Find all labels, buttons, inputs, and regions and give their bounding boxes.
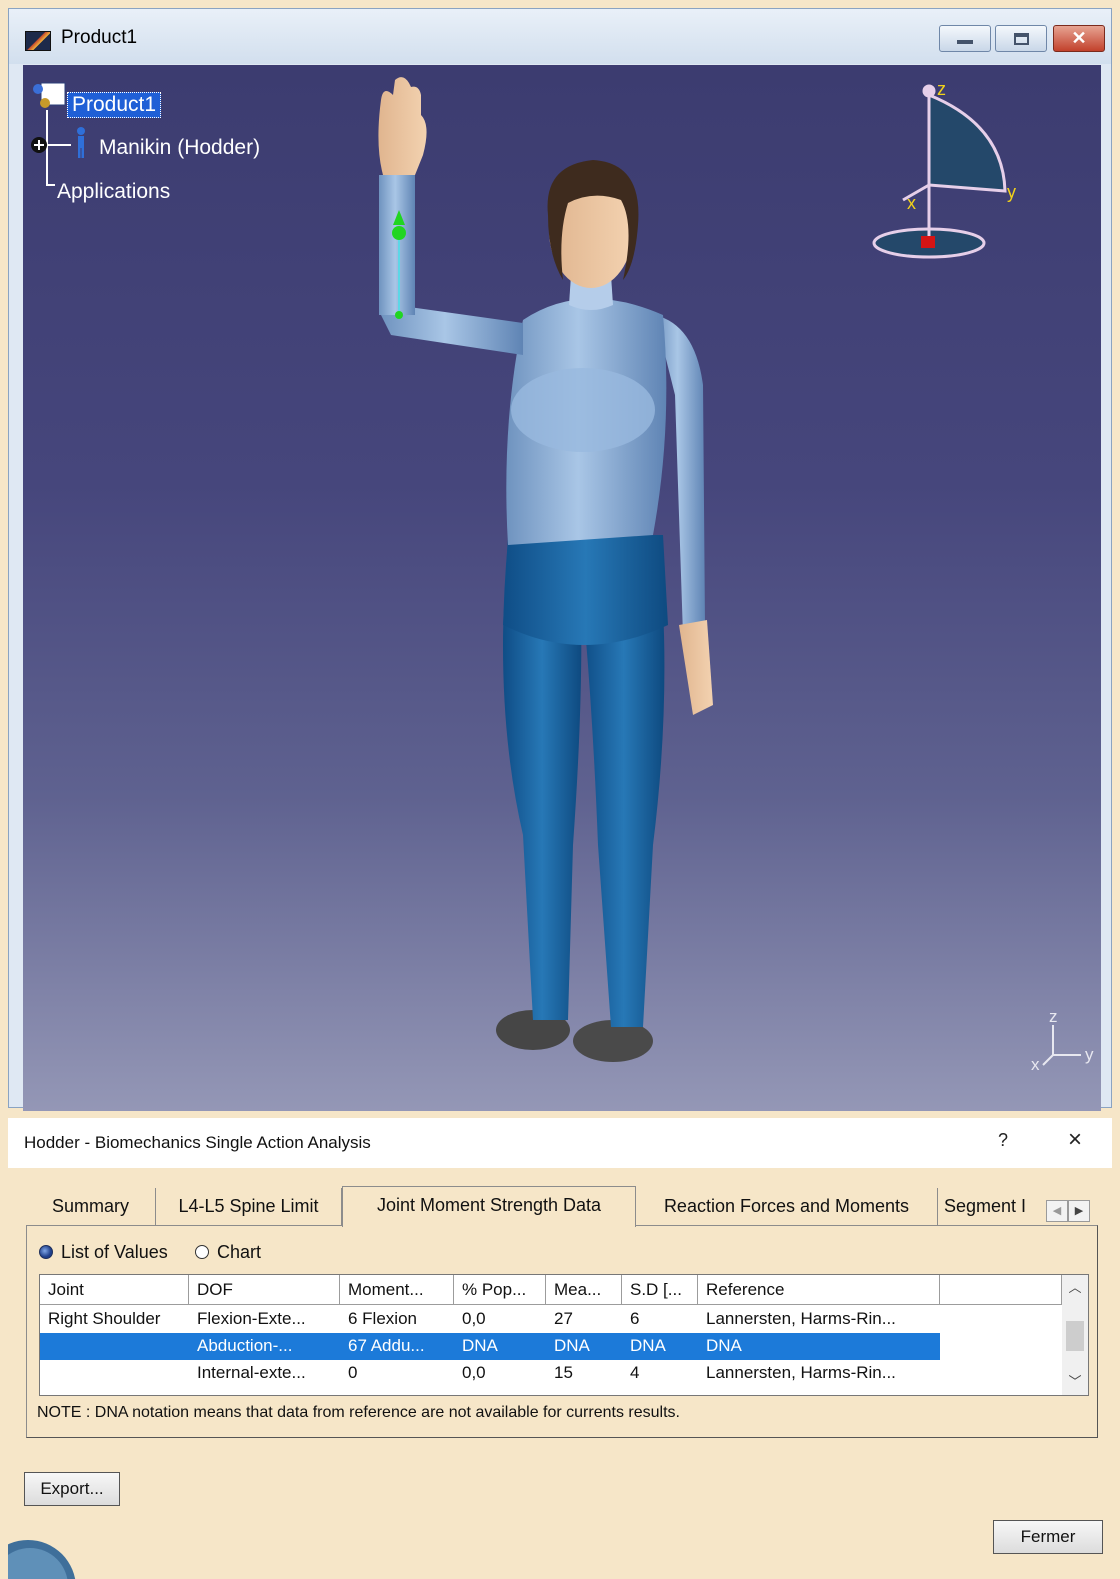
dna-note: NOTE : DNA notation means that data from… <box>37 1404 680 1421</box>
tab-summary[interactable]: Summary <box>26 1188 156 1225</box>
compass-icon[interactable] <box>872 84 1007 259</box>
mini-axis-icon <box>1042 1025 1081 1066</box>
taskbar-orb-icon <box>8 1540 76 1579</box>
manikin-icon <box>77 127 85 158</box>
window-close-button[interactable]: ✕ <box>1053 25 1105 52</box>
export-button[interactable]: Export... <box>24 1472 120 1506</box>
compass-y-label: y <box>1007 182 1016 202</box>
tab-label: Segment I <box>944 1196 1027 1216</box>
table-row[interactable]: Right Shoulder Flexion-Exte... 6 Flexion… <box>40 1306 940 1333</box>
tab-label: Joint Moment Strength Data <box>376 1195 602 1215</box>
tab-panel: List of Values Chart Joint DOF Moment...… <box>26 1225 1098 1438</box>
cell-dof: Flexion-Exte... <box>197 1309 306 1328</box>
tab-scroll-right-icon[interactable]: ▶ <box>1068 1200 1090 1222</box>
expand-icon[interactable] <box>31 137 47 153</box>
dialog-header[interactable]: Hodder - Biomechanics Single Action Anal… <box>8 1118 1112 1168</box>
minimize-icon <box>957 40 973 44</box>
cell-mean: DNA <box>554 1336 590 1355</box>
cell-pop: DNA <box>462 1336 498 1355</box>
cell-moment: 6 Flexion <box>348 1309 417 1328</box>
table-row[interactable]: Internal-exte... 0 0,0 15 4 Lannersten, … <box>40 1360 940 1387</box>
biomechanics-dialog: Hodder - Biomechanics Single Action Anal… <box>8 1118 1112 1579</box>
manikin-model[interactable] <box>378 77 713 1062</box>
column-header-sd[interactable]: S.D [... <box>622 1275 698 1305</box>
cell-sd: 6 <box>630 1309 640 1328</box>
dialog-title: Hodder - Biomechanics Single Action Anal… <box>24 1133 371 1152</box>
column-header-dof[interactable]: DOF <box>189 1275 340 1305</box>
chart-radio[interactable]: Chart <box>195 1242 261 1263</box>
window-titlebar[interactable]: Product1 ✕ <box>9 9 1111 64</box>
3d-viewport[interactable]: Product1 Manikin (Hodder) Applications z… <box>23 65 1101 1111</box>
tab-label: L4-L5 Spine Limit <box>178 1196 319 1216</box>
help-button[interactable]: ? <box>998 1130 1008 1151</box>
cell-mean: 15 <box>554 1363 573 1382</box>
radio-label: Chart <box>217 1242 262 1262</box>
tree-manikin-label[interactable]: Manikin (Hodder) <box>99 136 260 160</box>
close-icon: ✕ <box>1071 28 1087 48</box>
tab-segment[interactable]: Segment I <box>938 1188 1034 1225</box>
compass-z-label: z <box>937 79 946 99</box>
window-title: Product1 <box>61 27 138 48</box>
mini-axis-y-label: y <box>1085 1045 1094 1064</box>
mini-axis-x-label: x <box>1031 1055 1040 1074</box>
tab-label: Summary <box>51 1196 129 1216</box>
cell-pop: 0,0 <box>462 1363 486 1382</box>
results-table: Joint DOF Moment... % Pop... Mea... S.D … <box>39 1274 1089 1396</box>
cell-sd: 4 <box>630 1363 640 1382</box>
radio-label: List of Values <box>61 1242 168 1262</box>
cell-mean: 27 <box>554 1309 573 1328</box>
tab-scroll-left-icon[interactable]: ◀ <box>1046 1200 1068 1222</box>
column-header-moment[interactable]: Moment... <box>340 1275 454 1305</box>
cell-sd: DNA <box>630 1336 666 1355</box>
table-row-selected[interactable]: Abduction-... 67 Addu... DNA DNA DNA DNA <box>40 1333 940 1360</box>
tab-reaction-forces-and-moments[interactable]: Reaction Forces and Moments <box>636 1188 938 1225</box>
column-header-pop[interactable]: % Pop... <box>454 1275 546 1305</box>
maximize-icon <box>1014 33 1029 45</box>
list-of-values-radio[interactable]: List of Values <box>39 1242 168 1263</box>
cell-reference: Lannersten, Harms-Rin... <box>706 1309 896 1328</box>
cell-reference: DNA <box>706 1336 742 1355</box>
scroll-down-icon[interactable]: ﹀ <box>1062 1369 1088 1395</box>
tab-l4-l5-spine-limit[interactable]: L4-L5 Spine Limit <box>156 1188 342 1225</box>
tree-connectors <box>46 110 71 186</box>
column-header-reference[interactable]: Reference <box>698 1275 940 1305</box>
radio-unselected-icon <box>195 1245 209 1259</box>
dialog-close-button[interactable]: × <box>1068 1126 1082 1154</box>
radio-selected-icon <box>39 1245 53 1259</box>
tree-applications-label[interactable]: Applications <box>57 180 170 204</box>
viewer-window: Product1 ✕ Product1 Manikin (Hodder) App… <box>8 8 1112 1111</box>
product-icon <box>33 82 66 108</box>
tree-root-label[interactable]: Product1 <box>67 92 162 118</box>
scroll-thumb[interactable] <box>1066 1321 1084 1351</box>
maximize-button[interactable] <box>995 25 1047 52</box>
column-header-joint[interactable]: Joint <box>40 1275 189 1305</box>
tab-joint-moment-strength-data[interactable]: Joint Moment Strength Data <box>342 1186 636 1227</box>
manikin-scene <box>31 77 1081 1066</box>
table-scrollbar[interactable]: ︿ ﹀ <box>1062 1275 1088 1395</box>
mini-axis-z-label: z <box>1049 1007 1058 1026</box>
cell-joint: Right Shoulder <box>48 1309 161 1328</box>
fermer-button[interactable]: Fermer <box>993 1520 1103 1554</box>
column-header-mean[interactable]: Mea... <box>546 1275 622 1305</box>
cell-moment: 67 Addu... <box>348 1336 425 1355</box>
table-header: Joint DOF Moment... % Pop... Mea... S.D … <box>40 1275 1062 1305</box>
tab-bar: Summary L4-L5 Spine Limit Joint Moment S… <box>26 1186 1096 1227</box>
cell-dof: Abduction-... <box>197 1336 293 1355</box>
cell-reference: Lannersten, Harms-Rin... <box>706 1363 896 1382</box>
catia-app-icon <box>25 31 51 51</box>
cell-moment: 0 <box>348 1363 358 1382</box>
minimize-button[interactable] <box>939 25 991 52</box>
column-header-empty <box>940 1275 1062 1305</box>
compass-x-label: x <box>907 193 916 213</box>
tab-label: Reaction Forces and Moments <box>663 1196 910 1216</box>
cell-pop: 0,0 <box>462 1309 486 1328</box>
scroll-up-icon[interactable]: ︿ <box>1062 1275 1088 1301</box>
cell-dof: Internal-exte... <box>197 1363 306 1382</box>
